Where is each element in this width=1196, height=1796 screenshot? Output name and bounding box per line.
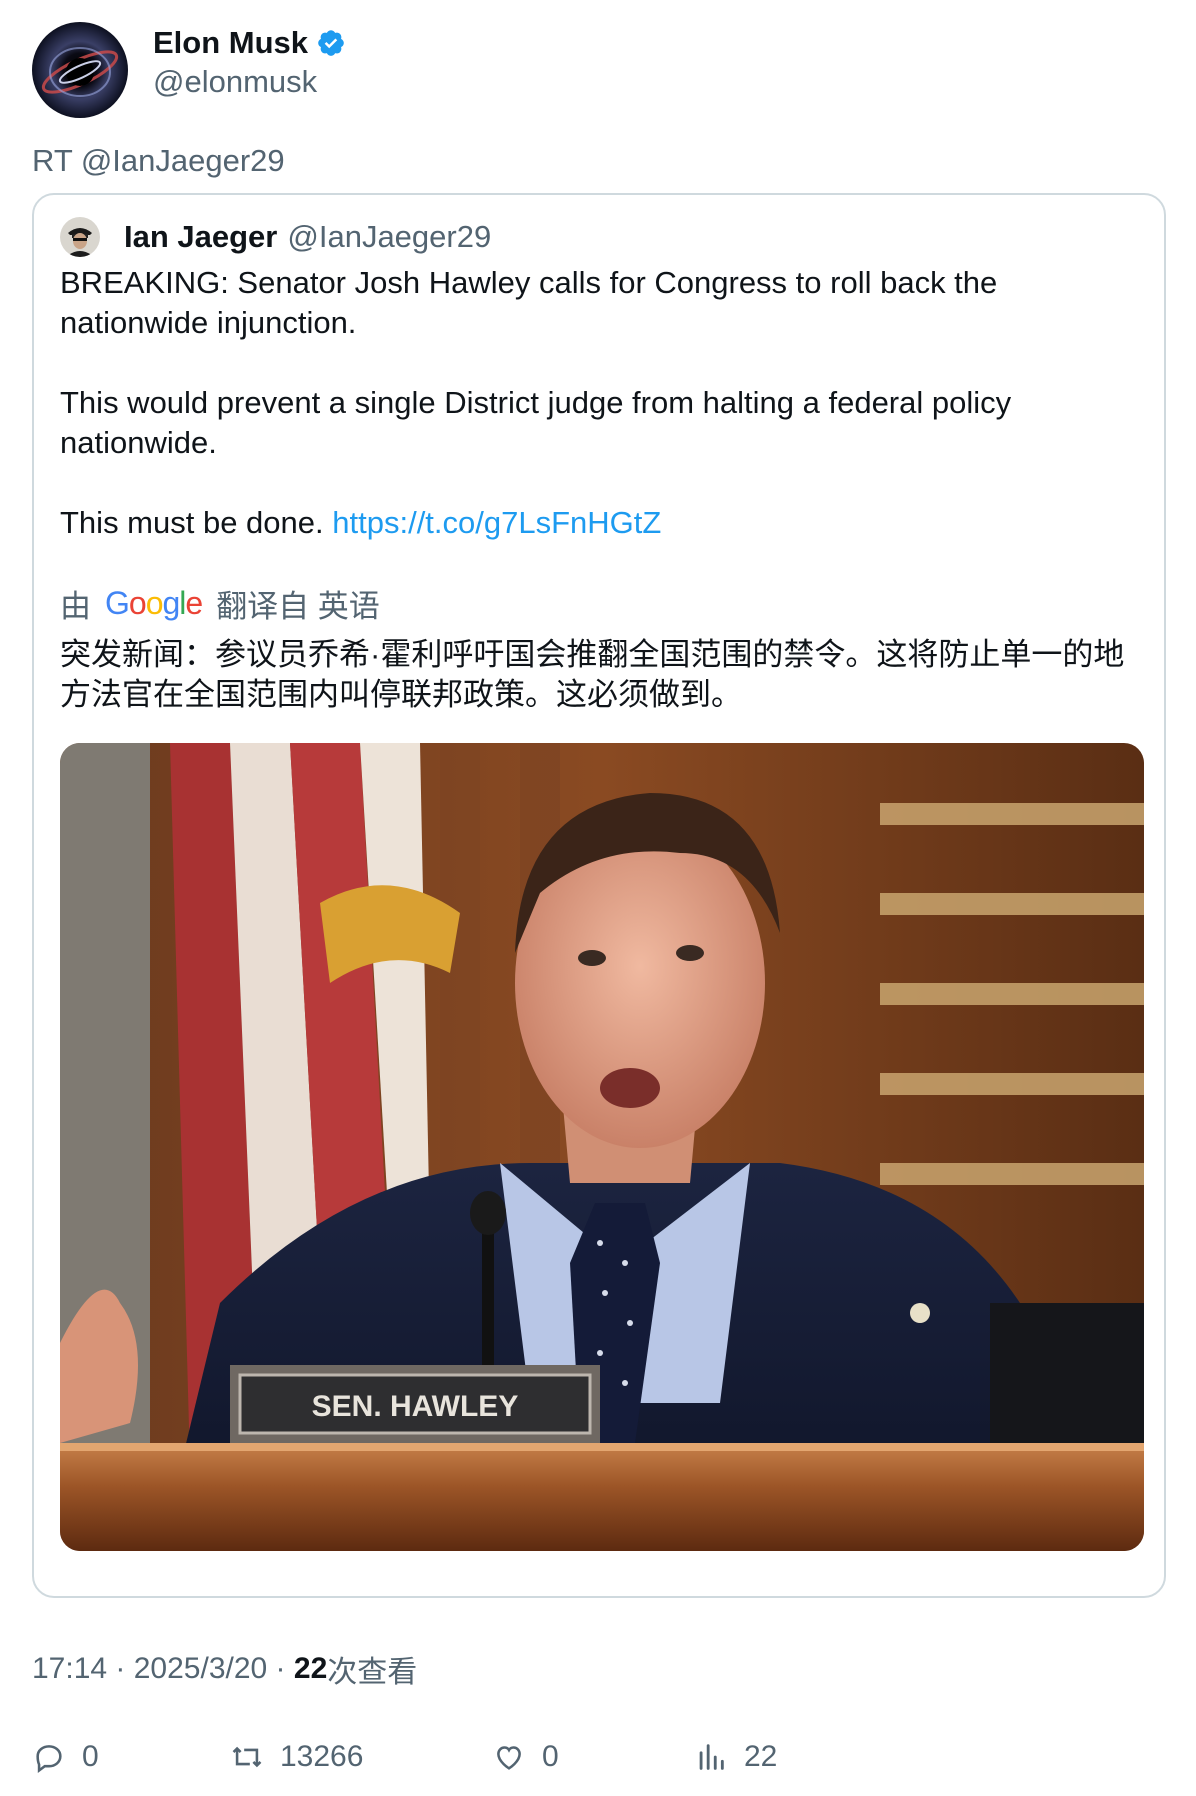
- meta-separator: ·: [107, 1652, 134, 1685]
- author-avatar[interactable]: [32, 22, 128, 118]
- like-button[interactable]: 0: [492, 1735, 559, 1779]
- views-label: 次查看: [327, 1656, 418, 1689]
- quoted-author-name[interactable]: Ian Jaeger: [124, 219, 277, 255]
- translation-attribution[interactable]: 由 Google 翻译自 英语: [60, 583, 380, 624]
- action-bar: 0 13266 0 22: [32, 1735, 1162, 1779]
- quoted-last-line: This must be done.: [60, 505, 324, 540]
- quoted-author-avatar[interactable]: [60, 217, 100, 257]
- quoted-tweet-header: Ian Jaeger @IanJaeger29: [60, 217, 491, 257]
- author-name[interactable]: Elon Musk: [153, 25, 308, 61]
- heart-icon: [497, 1746, 521, 1770]
- translation-suffix: 翻译自 英语: [216, 588, 380, 624]
- reply-icon: [36, 1745, 62, 1774]
- like-count: 0: [542, 1740, 559, 1773]
- tweet-time[interactable]: 17:14: [32, 1652, 107, 1686]
- quoted-tweet-text: BREAKING: Senator Josh Hawley calls for …: [60, 263, 1140, 543]
- retweet-count: 13266: [280, 1740, 364, 1773]
- translation-prefix: 由: [60, 588, 91, 624]
- verified-badge-icon: [316, 28, 346, 58]
- meta-separator: ·: [267, 1652, 294, 1685]
- quoted-paragraph: This would prevent a single District jud…: [60, 385, 1012, 460]
- tweet-date[interactable]: 2025/3/20: [134, 1652, 267, 1686]
- views-action-count: 22: [744, 1740, 778, 1773]
- views-count: 22: [293, 1652, 328, 1685]
- retweet-icon: [232, 1746, 262, 1768]
- quoted-author-handle[interactable]: @IanJaeger29: [287, 219, 491, 255]
- quoted-paragraph: BREAKING: Senator Josh Hawley calls for …: [60, 265, 998, 340]
- retweet-button[interactable]: 13266: [230, 1735, 363, 1779]
- views-button[interactable]: 22: [694, 1735, 777, 1779]
- retweet-label: RT @IanJaeger29: [32, 143, 285, 178]
- reply-count: 0: [82, 1740, 99, 1773]
- nameplate-text: SEN. HAWLEY: [312, 1390, 519, 1423]
- reply-button[interactable]: 0: [32, 1735, 99, 1779]
- tweet-photo[interactable]: SEN. HAWLEY: [60, 743, 1144, 1551]
- translated-text: 突发新闻：参议员乔希·霍利呼吁国会推翻全国范围的禁令。这将防止单一的地方法官在全…: [60, 637, 1125, 712]
- tweet-meta: 17:14 · 2025/3/20 · 22 次查看: [32, 1647, 417, 1691]
- tweet-link[interactable]: https://t.co/g7LsFnHGtZ: [332, 505, 661, 540]
- author-handle[interactable]: @elonmusk: [153, 64, 346, 100]
- google-logo: Google: [105, 584, 203, 621]
- analytics-icon: [699, 1744, 724, 1770]
- quoted-tweet-card[interactable]: Ian Jaeger @IanJaeger29 BREAKING: Senato…: [32, 193, 1166, 1598]
- tweet-header: Elon Musk @elonmusk: [32, 22, 346, 122]
